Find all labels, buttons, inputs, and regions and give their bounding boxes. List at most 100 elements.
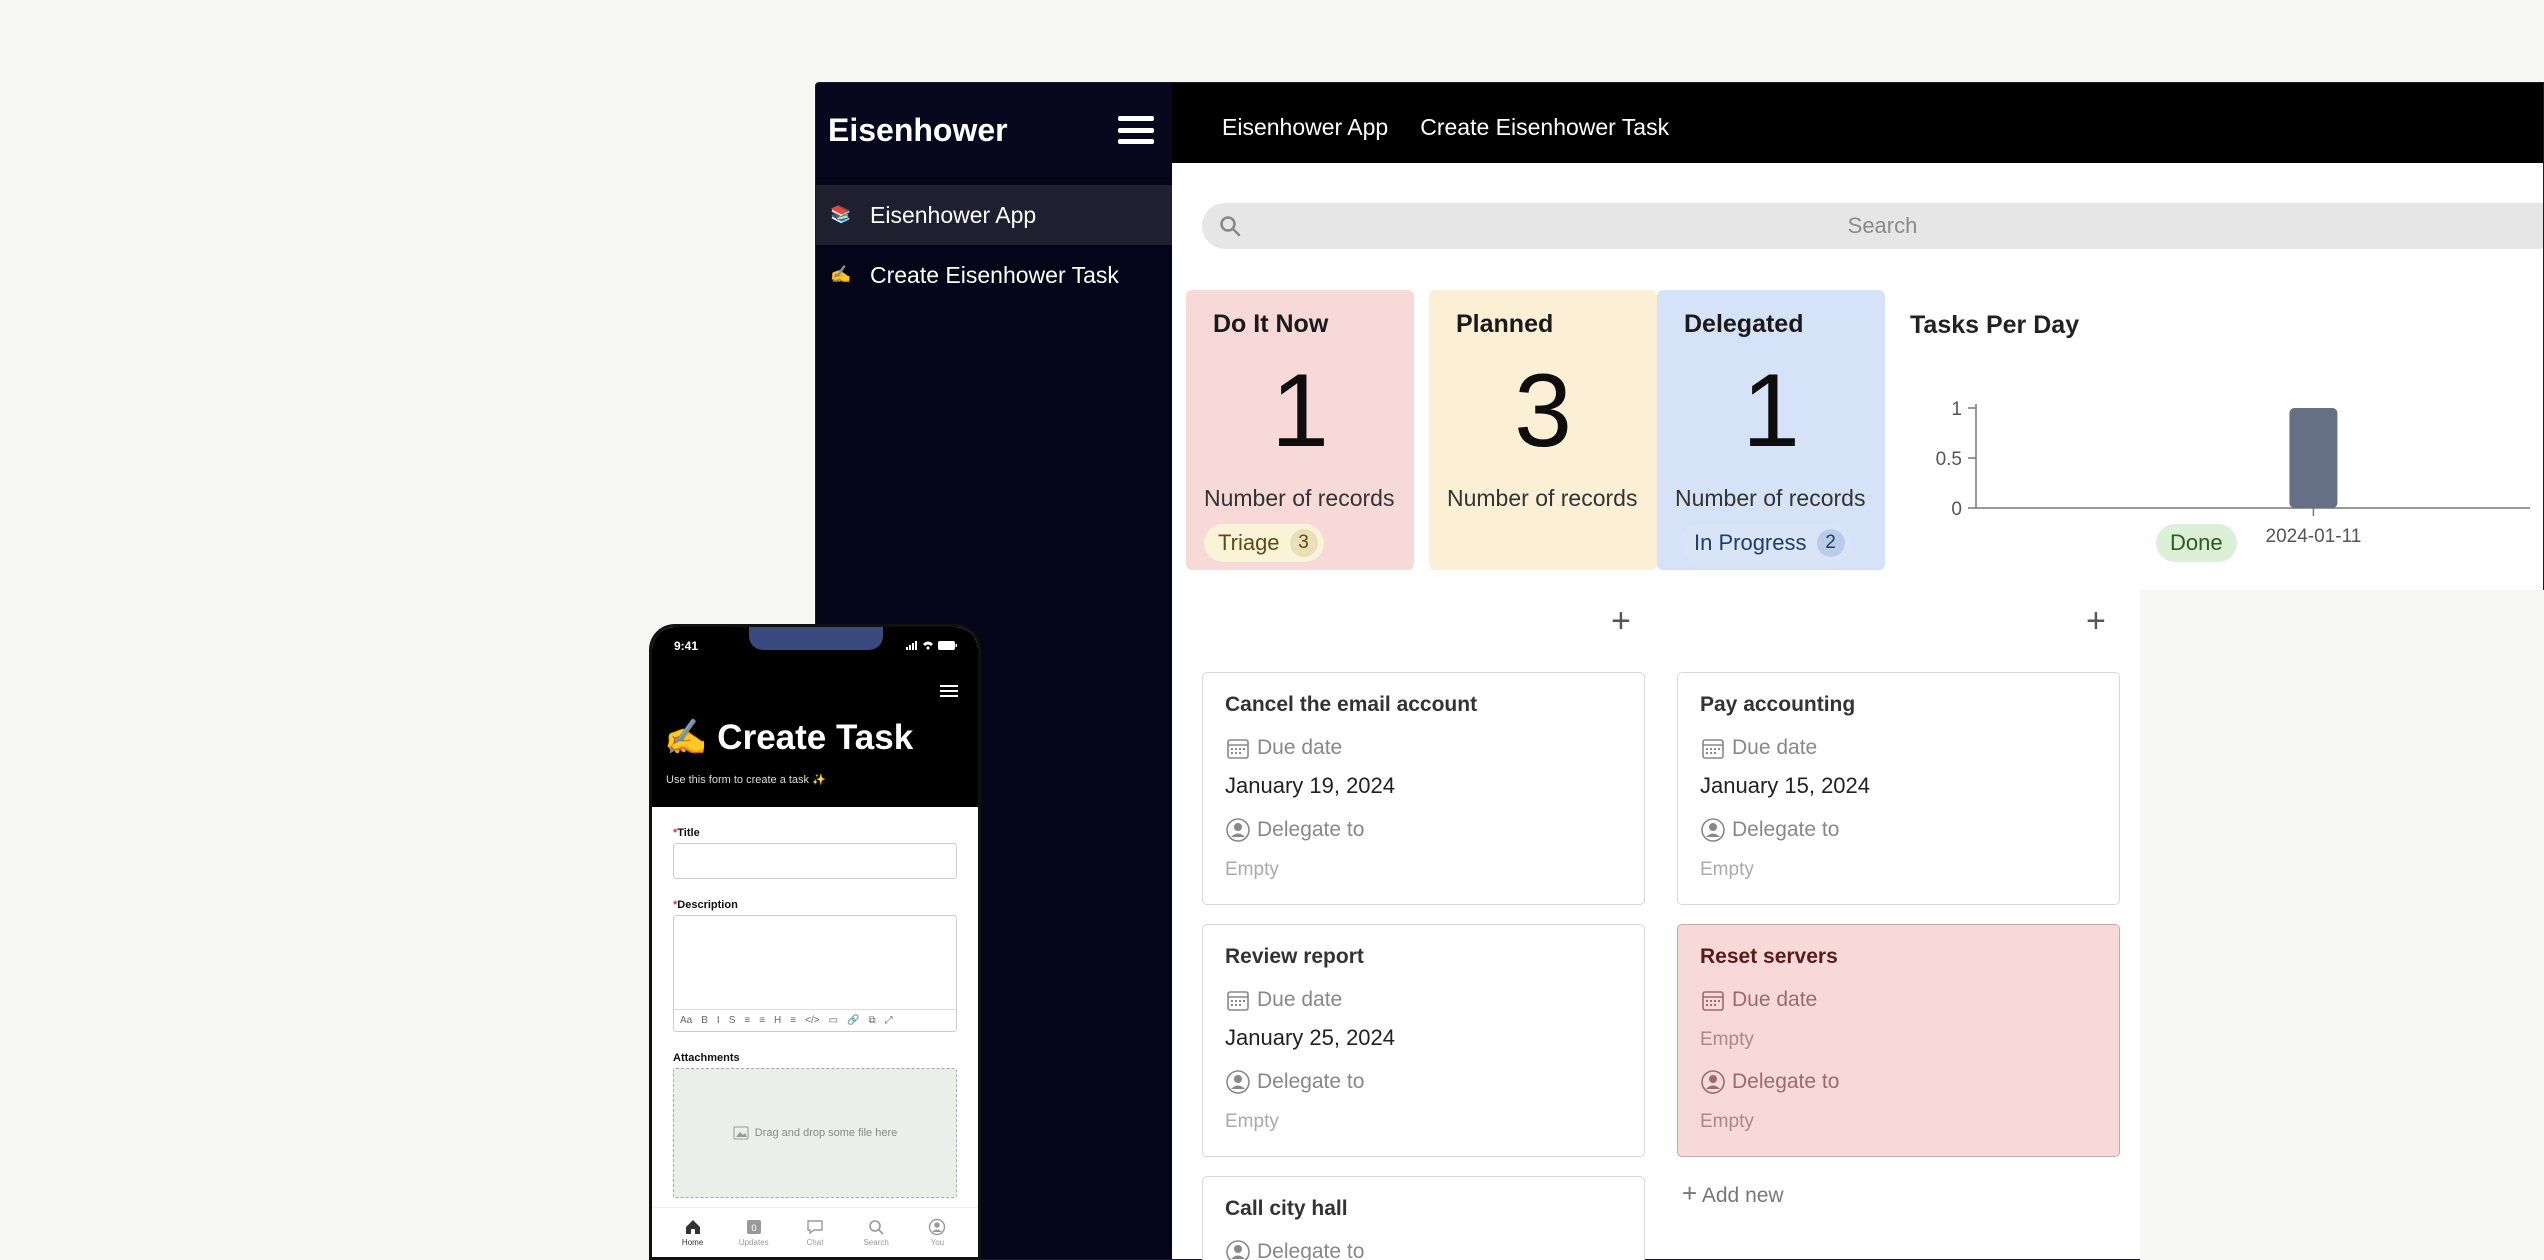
property-label: Due date [1257,736,1343,759]
task-card[interactable]: Cancel the email account Due date Januar… [1202,672,1645,905]
sidebar-item-eisenhower-app[interactable]: 📚 Eisenhower App [816,185,1172,245]
column-count: 2 [1816,529,1845,557]
nav-chat[interactable]: Chat [795,1218,835,1247]
tab-create-eisenhower-task[interactable]: Create Eisenhower Task [1406,114,1683,163]
property-label: Due date [1732,988,1818,1011]
phone-page-title: ✍️ Create Task [664,718,914,757]
toolbar-button[interactable]: I [717,1015,720,1026]
y-tick-label: 0 [1951,499,1962,520]
card-title: Call city hall [1225,1197,1348,1220]
delegate-property: Delegate to [1700,817,2097,843]
toolbar-button[interactable]: ≡ [759,1015,765,1026]
due-date-property: Due date [1225,735,1622,761]
chart-title: Tasks Per Day [1910,311,2080,339]
sidebar-item-label: Eisenhower App [870,201,1037,228]
toolbar-button[interactable]: ⤢ [885,1015,893,1026]
sidebar-title: Eisenhower [828,111,1008,148]
nav-home[interactable]: Home [673,1218,713,1247]
stat-title: Delegated [1684,310,1804,338]
title-input[interactable] [673,843,957,879]
search-input[interactable] [1202,203,2543,249]
description-editor[interactable]: Aa B I S ≡ ≡ H ≡ </> ▭ 🔗 ⧉ ⤢ [673,915,957,1032]
column-name: In Progress [1694,530,1807,555]
toolbar-button[interactable]: ≡ [790,1015,796,1026]
nav-you[interactable]: You [917,1218,957,1247]
task-card[interactable]: Call city hall Delegate to [1202,1176,1645,1260]
image-icon [733,1126,749,1140]
toolbar-button[interactable]: H [774,1015,781,1026]
user-circle-icon [1701,818,1725,842]
hamburger-menu-icon[interactable] [1118,116,1154,144]
due-date-property: Due date [1700,987,2097,1013]
user-circle-icon [1701,1070,1725,1094]
stat-value: 1 [1271,353,1329,469]
title-field-label: *Title [673,827,700,839]
phone-menu-icon[interactable] [940,685,958,697]
dropzone-text: Drag and drop some file here [754,1127,898,1139]
search-bar[interactable] [1202,203,2543,249]
property-label: Delegate to [1257,1240,1365,1260]
calendar-icon [1227,739,1249,759]
toolbar-button[interactable]: ⧉ [869,1015,876,1026]
card-title: Reset servers [1700,945,1838,968]
status-pill-in-progress: In Progress 2 [1680,524,1851,562]
stat-caption: Number of records [1204,485,1395,511]
toolbar-button[interactable]: S [729,1015,736,1026]
done-column [2140,590,2544,1260]
home-icon [685,1220,700,1234]
description-field-label: *Description [673,899,738,911]
toolbar-button[interactable]: ▭ [829,1015,838,1026]
delegate-property: Delegate to [1225,1239,1622,1260]
task-card[interactable]: Review report Due date January 25, 2024 … [1202,924,1645,1157]
nav-search[interactable]: Search [856,1218,896,1247]
plus-icon: + [1682,1178,1698,1208]
status-pill-done: Done [2156,524,2237,562]
user-circle-icon [1226,1070,1250,1094]
toolbar-button[interactable]: 🔗 [847,1015,859,1026]
sidebar-header: Eisenhower [816,83,1172,177]
delegate-value: Empty [1700,859,1754,880]
delegate-property: Delegate to [1225,817,1622,843]
nav-updates[interactable]: 0 Updates [734,1218,774,1247]
stat-caption: Number of records [1447,485,1638,511]
user-icon [929,1218,946,1236]
writing-hand-icon: ✍️ [830,265,852,284]
books-icon: 📚 [830,205,852,224]
file-dropzone[interactable]: Drag and drop some file here [673,1068,957,1198]
card-title: Review report [1225,945,1364,968]
property-label: Due date [1257,988,1343,1011]
column-name: Done [2170,530,2223,555]
toolbar-button[interactable]: B [701,1015,708,1026]
add-new-button[interactable]: + Add new [1682,1178,1784,1209]
property-label: Delegate to [1732,1070,1840,1093]
toolbar-button[interactable]: Aa [680,1015,692,1026]
search-icon [1220,216,1241,237]
user-circle-icon [1226,818,1250,842]
delegate-property: Delegate to [1225,1069,1622,1095]
property-label: Delegate to [1257,1070,1365,1093]
due-date-property: Due date [1225,987,1622,1013]
toolbar-button[interactable]: </> [805,1015,819,1026]
task-card-highlighted[interactable]: Reset servers Due date Empty Delegate to… [1677,924,2120,1157]
search-icon [869,1220,884,1235]
add-card-triage-icon[interactable]: + [1611,604,1631,638]
chart-bar[interactable] [2289,408,2338,508]
svg-text:0: 0 [751,1224,757,1234]
sidebar-item-create-task[interactable]: ✍️ Create Eisenhower Task [816,245,1172,305]
delegate-value: Empty [1700,1111,1754,1132]
tab-eisenhower-app[interactable]: Eisenhower App [1208,114,1403,168]
card-title: Pay accounting [1700,693,1856,716]
due-date-value: January 19, 2024 [1225,773,1396,798]
property-label: Due date [1732,736,1818,759]
chat-icon [807,1220,823,1235]
toolbar-button[interactable]: ≡ [744,1015,750,1026]
phone-notch [749,627,883,650]
delegate-property: Delegate to [1700,1069,2097,1095]
calendar-icon [1227,991,1249,1011]
task-card[interactable]: Pay accounting Due date January 15, 2024… [1677,672,2120,905]
column-name: Triage [1218,530,1280,555]
due-date-property: Due date [1700,735,2097,761]
status-pill-triage: Triage 3 [1204,524,1324,562]
stat-card-planned: Planned 3 Number of records [1429,290,1657,570]
add-card-in-progress-icon[interactable]: + [2086,604,2106,638]
